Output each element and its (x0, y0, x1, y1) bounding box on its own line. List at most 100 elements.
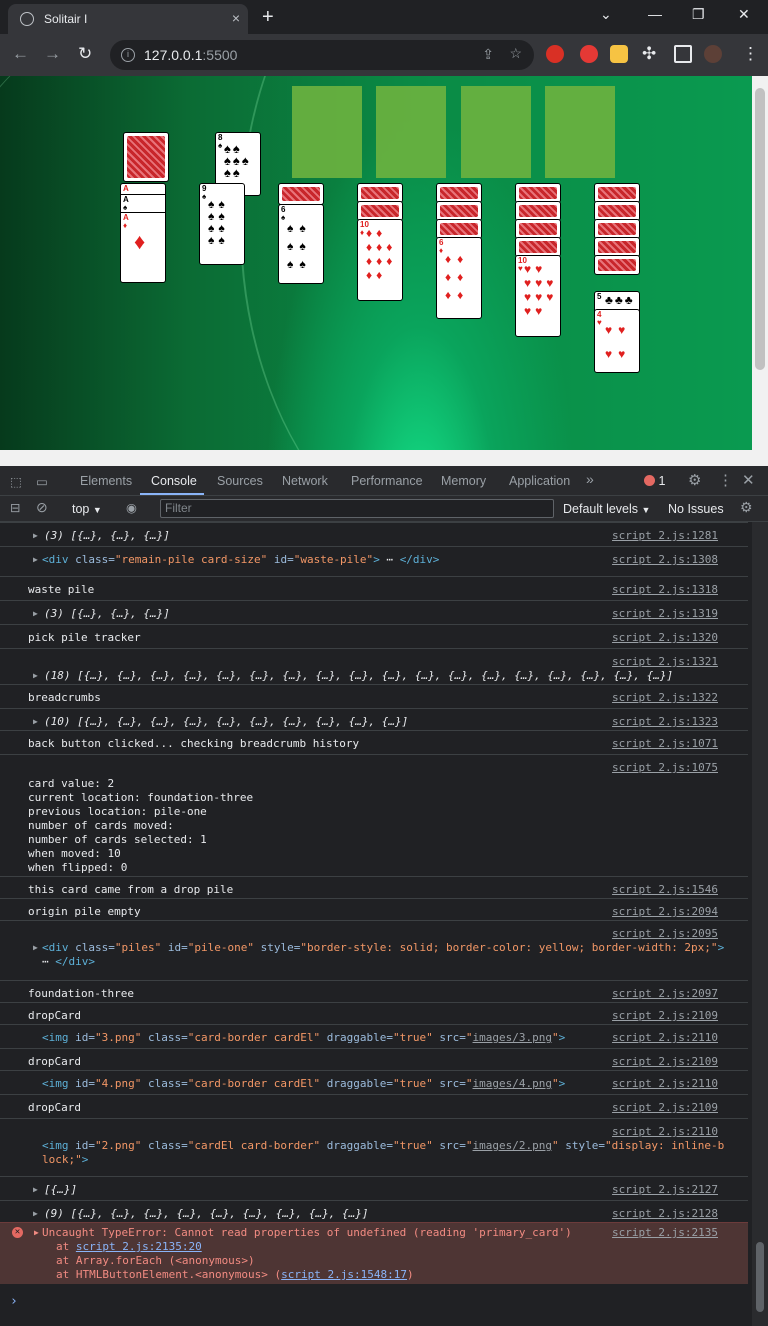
tab-performance[interactable]: Performance (351, 474, 423, 488)
share-icon[interactable]: ⇪ (482, 46, 494, 63)
inspect-element-icon[interactable]: ⬚ (10, 474, 22, 489)
profile-avatar[interactable] (704, 45, 722, 63)
console-source-link[interactable]: script 2.js:1075 (612, 761, 718, 774)
close-tab-icon[interactable]: × (232, 10, 240, 26)
pile-one[interactable]: A A ♠ A ♦ ♦ (120, 183, 166, 283)
console-source-link[interactable]: script 2.js:2127 (612, 1183, 718, 1196)
console-source-link[interactable]: script 2.js:1322 (612, 691, 718, 704)
kebab-menu-icon[interactable]: ⋮ (742, 44, 759, 64)
pile-seven[interactable]: 4 ♥ ♥♥ ♥♥ (594, 309, 640, 373)
expand-triangle-icon[interactable]: ▶ (33, 943, 38, 952)
console-source-link[interactable]: script 2.js:2128 (612, 1207, 718, 1220)
device-toolbar-icon[interactable]: ▭ (36, 474, 48, 489)
tab-elements[interactable]: Elements (80, 474, 132, 488)
console-source-link[interactable]: script 2.js:2109 (612, 1055, 718, 1068)
expand-triangle-icon[interactable]: ▶ (33, 1209, 38, 1218)
foundation-one[interactable] (292, 86, 362, 178)
page-vertical-scrollbar[interactable] (752, 76, 768, 450)
expand-triangle-icon[interactable]: ▶ (33, 671, 38, 680)
console-source-link[interactable]: script 2.js:1546 (612, 883, 718, 896)
new-tab-button[interactable]: + (262, 6, 274, 29)
tab-search-icon[interactable]: ⌄ (600, 6, 612, 23)
error-count-badge[interactable]: 1 (644, 474, 665, 488)
expand-triangle-icon[interactable]: ▶ (33, 1185, 38, 1194)
site-info-icon[interactable]: i (121, 48, 135, 62)
log-levels-dropdown[interactable]: Default levels ▼ (563, 502, 650, 516)
console-prompt[interactable]: › (10, 1294, 18, 1309)
console-source-link[interactable]: script 2.js:2110 (612, 1031, 718, 1044)
console-row: script 2.js:2109 dropCard (0, 1048, 748, 1070)
console-source-link[interactable]: script 2.js:2095 (612, 927, 718, 940)
pile-five[interactable]: 6 ♦ ♦♦ ♦♦ ♦♦ (436, 237, 482, 319)
expand-triangle-icon[interactable]: ▶ (33, 609, 38, 618)
extension-yellow-icon[interactable] (610, 45, 628, 63)
console-source-link[interactable]: script 2.js:2109 (612, 1101, 718, 1114)
pile-three[interactable]: 6 ♠ ♠♠ ♠♠ ♠♠ (278, 204, 324, 284)
error-source-link[interactable]: script 2.js:2135 (612, 1226, 718, 1239)
scroll-thumb[interactable] (755, 88, 765, 370)
back-arrow-icon[interactable]: ← (12, 44, 29, 64)
console-source-link[interactable]: script 2.js:2110 (612, 1125, 718, 1138)
scroll-thumb[interactable] (756, 1242, 764, 1312)
pile-four[interactable]: 10 ♦ ♦♦ ♦♦♦ ♦♦♦ ♦♦ (357, 219, 403, 301)
expand-triangle-icon[interactable]: ▶ (33, 531, 38, 540)
pile-two[interactable]: 9 ♠ ♠♠ ♠♠ ♠♠ ♠♠ (199, 183, 245, 265)
puzzle-extensions-icon[interactable]: ✣ (642, 44, 656, 64)
expand-triangle-icon[interactable]: ▶ (33, 717, 38, 726)
context-selector[interactable]: top ▼ (72, 502, 102, 516)
console-source-link[interactable]: script 2.js:2110 (612, 1077, 718, 1090)
stock-pile[interactable] (123, 132, 169, 182)
foundation-two[interactable] (376, 86, 446, 178)
html-token: id= (161, 941, 188, 954)
sidebar-toggle-icon[interactable]: ⊟ (10, 500, 20, 515)
console-source-link[interactable]: script 2.js:2097 (612, 987, 718, 1000)
stack-link[interactable]: script 2.js:1548:17 (281, 1268, 407, 1281)
devtools-menu-icon[interactable]: ⋮ (718, 471, 733, 489)
console-source-link[interactable]: script 2.js:1320 (612, 631, 718, 644)
settings-gear-icon[interactable]: ⚙ (688, 471, 701, 489)
minimize-button[interactable]: — (648, 6, 662, 22)
maximize-button[interactable]: ❐ (692, 6, 705, 23)
console-source-link[interactable]: script 2.js:1071 (612, 737, 718, 750)
console-source-link[interactable]: script 2.js:2109 (612, 1009, 718, 1022)
pile-six[interactable]: 10 ♥ ♥♥ ♥♥♥ ♥♥♥ ♥♥ (515, 255, 561, 337)
more-tabs-icon[interactable]: » (586, 471, 594, 487)
console-filter-input[interactable]: Filter (160, 499, 554, 518)
issues-button[interactable]: No Issues (668, 502, 724, 516)
ellipsis-icon[interactable]: ⋯ (380, 553, 400, 566)
clear-console-icon[interactable]: ⊘ (36, 499, 48, 516)
forward-arrow-icon[interactable]: → (44, 44, 61, 64)
foundation-three[interactable] (461, 86, 531, 178)
side-panel-icon[interactable] (674, 45, 692, 63)
console-source-link[interactable]: script 2.js:1281 (612, 529, 718, 542)
console-source-link[interactable]: script 2.js:1318 (612, 583, 718, 596)
ellipsis-icon[interactable]: ⋯ (42, 955, 55, 968)
bookmark-star-icon[interactable]: ☆ (509, 45, 522, 62)
console-source-link[interactable]: script 2.js:1321 (612, 655, 718, 668)
console-source-link[interactable]: script 2.js:1308 (612, 553, 718, 566)
tab-network[interactable]: Network (282, 474, 328, 488)
console-row: script 2.js:2097 foundation-three (0, 980, 748, 1002)
stack-link[interactable]: script 2.js:2135:20 (76, 1240, 202, 1253)
console-source-link[interactable]: script 2.js:1323 (612, 715, 718, 728)
page-horizontal-scrollbar[interactable] (0, 450, 768, 466)
tab-console[interactable]: Console (151, 474, 197, 488)
extension-red-icon[interactable] (546, 45, 564, 63)
browser-tab[interactable]: Solitair I × (8, 4, 248, 34)
extension-hand-icon[interactable] (580, 45, 598, 63)
live-expression-eye-icon[interactable]: ◉ (126, 500, 137, 515)
tab-memory[interactable]: Memory (441, 474, 486, 488)
console-settings-icon[interactable]: ⚙ (740, 499, 753, 516)
tab-application[interactable]: Application (509, 474, 570, 488)
console-scrollbar[interactable] (752, 522, 768, 1326)
reload-icon[interactable]: ↻ (78, 44, 92, 64)
close-devtools-icon[interactable]: ✕ (742, 471, 755, 489)
foundation-four[interactable] (545, 86, 615, 178)
address-bar[interactable]: i 127.0.0.1:5500 ⇪ ☆ (110, 40, 534, 70)
console-source-link[interactable]: script 2.js:1319 (612, 607, 718, 620)
expand-triangle-icon[interactable]: ▶ (33, 555, 38, 564)
close-window-button[interactable]: ✕ (738, 6, 750, 23)
tab-sources[interactable]: Sources (217, 474, 263, 488)
expand-triangle-icon[interactable]: ▶ (34, 1228, 39, 1237)
console-source-link[interactable]: script 2.js:2094 (612, 905, 718, 918)
